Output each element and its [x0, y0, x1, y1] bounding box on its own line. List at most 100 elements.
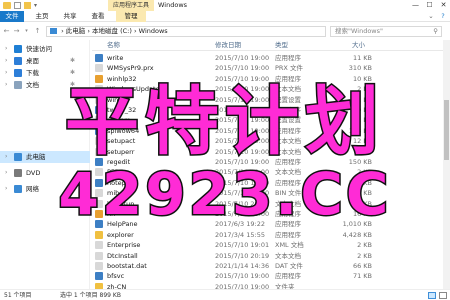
expand-chevron-icon[interactable]: › — [5, 151, 7, 163]
properties-icon[interactable] — [14, 2, 21, 9]
address-bar[interactable]: › 此电脑 › 本地磁盘 (C:) › Windows — [46, 26, 326, 37]
navigation-pane: › 快速访问 › 桌面 ✱ › 下载 ✱ › 文档 ✱ › 此电脑 › DVD › 网络 — [0, 40, 90, 289]
sidebar-item-label: 下载 — [26, 69, 39, 77]
download-icon — [14, 69, 22, 77]
breadcrumb-local-disk[interactable]: 本地磁盘 (C:) — [92, 27, 132, 35]
maximize-button[interactable]: ☐ — [424, 0, 435, 11]
vertical-scrollbar[interactable] — [443, 40, 450, 289]
app-icon — [95, 126, 103, 135]
large-icons-view-icon[interactable] — [439, 292, 447, 299]
customize-quick-access-icon[interactable]: ▾ — [34, 2, 40, 9]
breadcrumb-separator: › — [87, 27, 90, 35]
file-icon — [95, 262, 103, 270]
breadcrumb-separator: › — [133, 27, 137, 35]
file-icon — [95, 189, 103, 198]
context-tab-application-tools: 应用程序工具 — [108, 0, 154, 11]
expand-chevron-icon[interactable]: › — [5, 183, 7, 195]
pin-icon[interactable]: ✱ — [70, 79, 75, 91]
back-arrow-icon[interactable]: ← — [2, 26, 11, 36]
breadcrumb-this-pc[interactable]: 此电脑 — [66, 27, 86, 35]
text-icon — [95, 137, 103, 146]
help-icon — [95, 220, 103, 229]
file-type: 文件夹 — [275, 282, 295, 289]
pin-icon[interactable]: ✱ — [70, 55, 75, 67]
computer-icon — [50, 28, 57, 34]
sidebar-item[interactable]: › DVD — [0, 167, 90, 179]
text-icon — [95, 85, 103, 94]
sidebar-item[interactable]: › 下载 ✱ — [0, 67, 90, 79]
tab-view[interactable]: 查看 — [86, 11, 110, 22]
address-row: ← → ▾ ↑ › 此电脑 › 本地磁盘 (C:) › Windows 搜索"W… — [0, 24, 450, 38]
sidebar-item[interactable]: › 文档 ✱ — [0, 79, 90, 91]
file-row[interactable]: zh-CN 2015/7/10 19:00 文件夹 — [92, 281, 450, 289]
column-type-header[interactable]: 类型 — [275, 40, 288, 51]
text-icon — [95, 251, 103, 260]
settings-file-icon — [95, 95, 103, 104]
sidebar-item[interactable]: › 快速访问 — [0, 43, 90, 55]
breadcrumb-separator: › — [61, 27, 64, 35]
sidebar-item-label: 文档 — [26, 81, 39, 89]
search-icon: ⚲ — [433, 27, 438, 35]
sidebar-item[interactable]: › 桌面 ✱ — [0, 55, 90, 67]
app-icon — [95, 210, 103, 218]
search-placeholder: 搜索"Windows" — [335, 27, 383, 35]
up-arrow-icon[interactable]: ↑ — [33, 26, 42, 36]
expand-chevron-icon[interactable]: › — [5, 55, 7, 67]
text-icon — [95, 147, 103, 156]
selection-info: 选中 1 个项目 899 KB — [60, 292, 121, 299]
breadcrumb-windows[interactable]: Windows — [139, 27, 168, 35]
sidebar-item-label: 桌面 — [26, 57, 39, 65]
star-icon — [14, 45, 22, 53]
column-header-row: 名称 修改日期 类型 大小 — [92, 40, 450, 51]
title-bar: ▾ 应用程序工具 Windows — ☐ ✕ — [0, 0, 450, 11]
expand-chevron-icon[interactable]: › — [5, 67, 7, 79]
expand-chevron-icon[interactable]: › — [5, 79, 7, 91]
column-size-header[interactable]: 大小 — [352, 40, 365, 51]
expand-chevron-icon[interactable]: › — [5, 43, 7, 55]
expand-chevron-icon[interactable]: › — [5, 167, 7, 179]
details-view-icon[interactable] — [428, 292, 436, 299]
file-date: 2015/7/10 19:00 — [215, 282, 270, 289]
sidebar-item-label: 此电脑 — [26, 153, 46, 161]
help-icon[interactable]: ? — [438, 11, 448, 22]
close-button[interactable]: ✕ — [438, 0, 449, 11]
sidebar-item-label: 网络 — [26, 185, 39, 193]
app-icon — [95, 158, 103, 166]
status-bar: 51 个项目 选中 1 个项目 899 KB — [0, 289, 450, 300]
dvd-icon — [14, 169, 22, 177]
scrollbar-thumb[interactable] — [444, 100, 449, 160]
tab-home[interactable]: 主页 — [30, 11, 54, 22]
item-count: 51 个项目 — [4, 292, 32, 299]
sidebar-item-label: 快速访问 — [26, 45, 52, 53]
tab-share[interactable]: 共享 — [58, 11, 82, 22]
xml-icon — [95, 241, 103, 250]
document-icon — [14, 81, 22, 89]
minimize-button[interactable]: — — [410, 0, 421, 11]
pin-icon[interactable]: ✱ — [70, 67, 75, 79]
app-icon — [95, 178, 103, 187]
sidebar-item[interactable]: › 此电脑 — [0, 151, 90, 163]
file-list: 名称 修改日期 类型 大小 write 2015/7/10 19:00 应用程序 11… — [92, 40, 450, 289]
app-icon — [95, 54, 103, 62]
desktop-icon — [14, 57, 22, 65]
tab-file[interactable]: 文件 — [0, 11, 24, 22]
computer-icon — [14, 153, 22, 161]
forward-arrow-icon[interactable]: → — [12, 26, 21, 36]
column-name-header[interactable]: 名称 — [107, 40, 120, 51]
column-date-header[interactable]: 修改日期 — [215, 40, 241, 51]
network-icon — [14, 185, 22, 193]
tab-manage[interactable]: 管理 — [116, 11, 146, 22]
search-input[interactable]: 搜索"Windows" ⚲ — [330, 26, 442, 37]
window-title: Windows — [158, 1, 188, 9]
new-folder-icon[interactable] — [24, 2, 31, 9]
sidebar-item-label: DVD — [26, 169, 41, 177]
settings-file-icon — [95, 116, 103, 125]
folder-icon — [95, 230, 103, 239]
app-icon — [95, 74, 103, 83]
sidebar-item[interactable]: › 网络 — [0, 183, 90, 195]
file-icon — [95, 64, 103, 73]
ribbon-expand-icon[interactable]: ⌄ — [426, 11, 436, 22]
file-name: zh-CN — [107, 282, 127, 289]
recent-locations-icon[interactable]: ▾ — [22, 26, 31, 36]
text-icon — [95, 168, 103, 177]
